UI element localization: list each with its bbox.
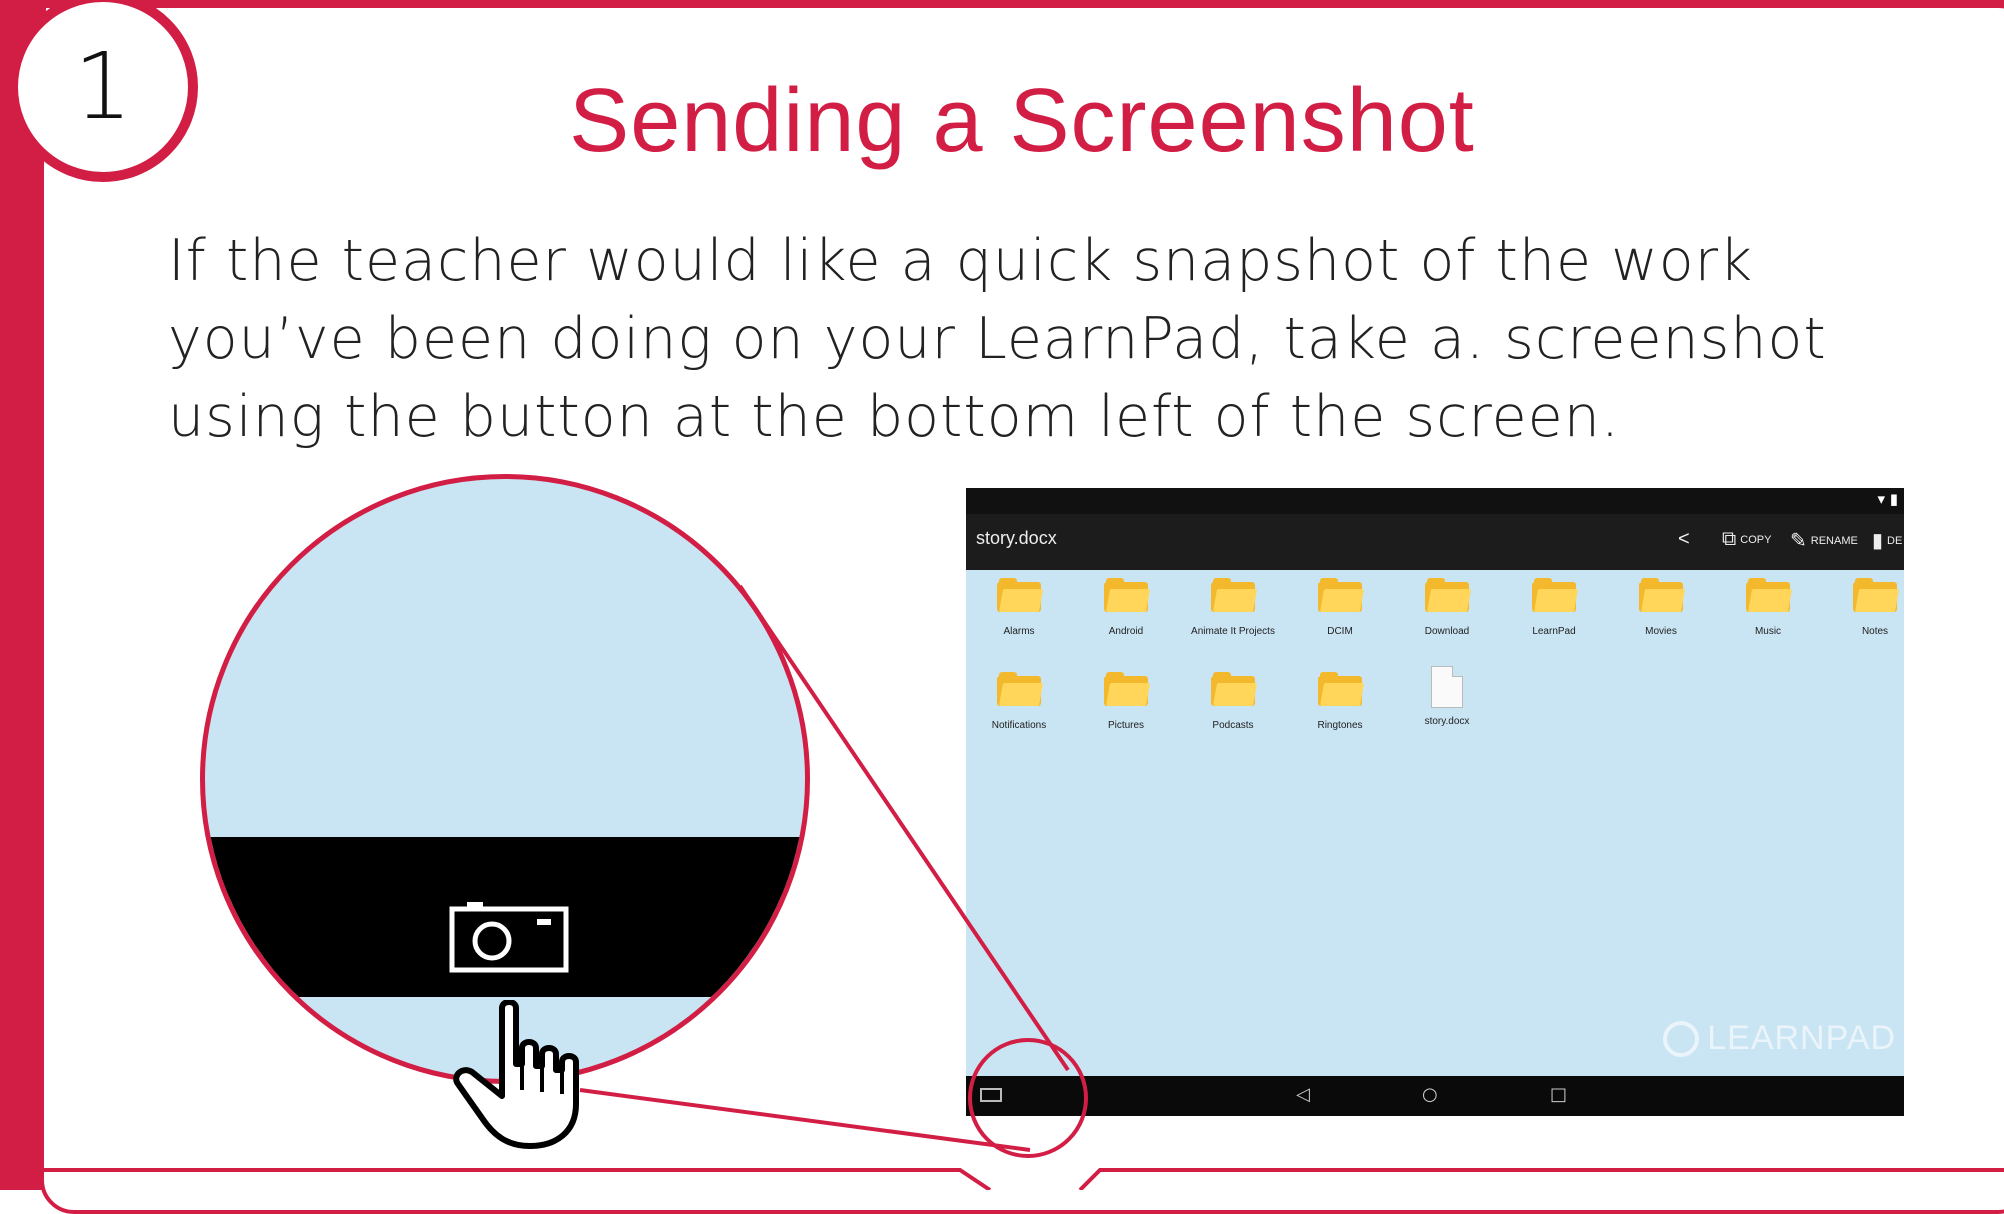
folder-item[interactable]: Movies <box>1608 578 1714 637</box>
folder-item[interactable]: Animate It Projects <box>1180 578 1286 637</box>
camera-icon[interactable] <box>980 1088 1002 1102</box>
folder-label: Ringtones <box>1317 720 1363 731</box>
magnifier-circle <box>200 474 810 1084</box>
watermark-text: LEARNPAD <box>1707 1019 1896 1057</box>
folder-label: Music <box>1754 626 1782 637</box>
folder-icon <box>1318 672 1365 706</box>
folder-icon <box>1104 672 1151 706</box>
folder-item[interactable]: Download <box>1394 578 1500 637</box>
folder-icon <box>997 578 1044 612</box>
folder-label: Android <box>1108 626 1144 637</box>
folder-item[interactable]: Notes <box>1822 578 1904 637</box>
folder-label: Podcasts <box>1212 720 1254 731</box>
home-icon[interactable]: ○ <box>1422 1084 1438 1105</box>
folder-icon <box>1639 578 1686 612</box>
folder-icon <box>1532 578 1579 612</box>
folder-label: Animate It Projects <box>1191 626 1275 637</box>
folder-icon <box>1746 578 1793 612</box>
folder-icon <box>1104 578 1151 612</box>
pencil-icon: ✎ <box>1790 530 1807 552</box>
folder-icon <box>997 672 1044 706</box>
folder-label: Download <box>1424 626 1470 637</box>
folder-item[interactable]: DCIM <box>1287 578 1393 637</box>
folder-icon <box>1853 578 1900 612</box>
file-title: story.docx <box>976 528 1057 548</box>
tablet-screenshot: ▾ ▮ story.docx < ⧉ COPY ✎ RENAME ▮ DE Al… <box>966 488 1904 1116</box>
folder-item[interactable]: Notifications <box>966 672 1072 731</box>
camera-icon[interactable] <box>449 899 569 973</box>
folder-label: Movies <box>1645 626 1677 637</box>
folder-item[interactable]: Pictures <box>1073 672 1179 731</box>
rename-label: RENAME <box>1810 534 1858 547</box>
learnpad-logo-icon <box>1663 1020 1700 1057</box>
folder-label: DCIM <box>1327 626 1353 637</box>
folder-label: LearnPad <box>1532 626 1576 637</box>
folder-icon <box>1425 578 1472 612</box>
folder-item[interactable]: Ringtones <box>1287 672 1393 731</box>
hand-cursor-icon <box>453 1000 579 1149</box>
folder-item[interactable]: Android <box>1073 578 1179 637</box>
folder-item[interactable]: Music <box>1715 578 1821 637</box>
trash-icon: ▮ <box>1872 530 1884 552</box>
folder-icon <box>1211 672 1258 706</box>
folder-item[interactable]: Podcasts <box>1180 672 1286 731</box>
folder-label: Pictures <box>1107 720 1145 731</box>
delete-button[interactable]: ▮ DE <box>1872 528 1902 553</box>
learnpad-watermark: LEARNPAD <box>1663 1019 1896 1058</box>
navigation-bar: ◁ ○ □ <box>966 1076 1904 1116</box>
copy-button[interactable]: ⧉ COPY <box>1722 528 1771 551</box>
folder-icon <box>1318 578 1365 612</box>
folder-label: Notifications <box>991 720 1047 731</box>
status-bar: ▾ ▮ <box>966 488 1904 514</box>
folder-item[interactable]: Alarms <box>966 578 1072 637</box>
folder-icon <box>1211 578 1258 612</box>
document-item[interactable]: story.docx <box>1394 666 1500 727</box>
document-icon <box>1431 666 1463 708</box>
folder-label: Alarms <box>1003 626 1035 637</box>
share-icon: < <box>1678 528 1690 550</box>
back-icon[interactable]: ◁ <box>1296 1084 1310 1105</box>
instructions-text: If the teacher would like a quick snapsh… <box>168 228 1827 450</box>
action-bar: story.docx < ⧉ COPY ✎ RENAME ▮ DE <box>966 514 1904 570</box>
folder-label: Notes <box>1861 626 1889 637</box>
recents-icon[interactable]: □ <box>1550 1084 1567 1105</box>
rename-button[interactable]: ✎ RENAME <box>1790 528 1858 553</box>
copy-icon: ⧉ <box>1722 528 1737 550</box>
page-title: Sending a Screenshot <box>569 71 1475 171</box>
share-button[interactable]: < <box>1678 528 1690 551</box>
copy-label: COPY <box>1740 533 1772 546</box>
delete-label: DE <box>1887 534 1903 547</box>
wifi-battery-icon: ▾ ▮ <box>1877 490 1898 508</box>
folder-item[interactable]: LearnPad <box>1501 578 1607 637</box>
document-label: story.docx <box>1424 716 1470 727</box>
